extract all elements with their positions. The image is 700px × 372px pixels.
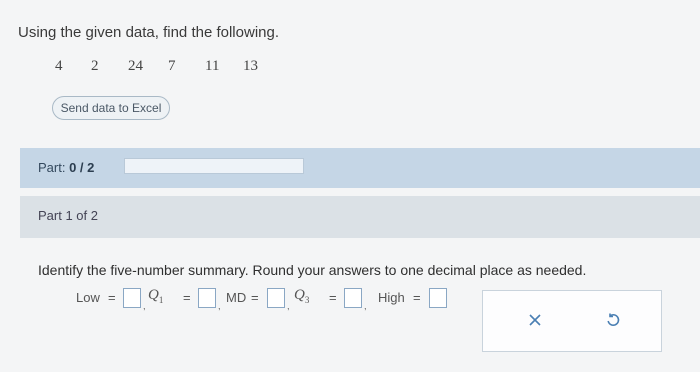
data-value: 24: [128, 58, 143, 74]
high-label: High: [378, 290, 405, 305]
comma: ,: [218, 301, 221, 311]
data-value: 13: [243, 58, 258, 74]
part-progress-label: Part: 0 / 2: [38, 160, 94, 175]
equals-sign: =: [251, 290, 259, 305]
part-progress-value: 0 / 2: [69, 160, 95, 175]
send-to-excel-button[interactable]: Send data to Excel: [52, 96, 170, 120]
q3-subscript: 3: [304, 295, 310, 305]
answer-actions: [482, 290, 662, 352]
high-input[interactable]: [429, 288, 447, 308]
low-label: Low: [76, 290, 100, 305]
question-text: Identify the five-number summary. Round …: [38, 262, 587, 278]
q1-input[interactable]: [198, 288, 216, 308]
data-value: 7: [168, 58, 176, 74]
data-value: 11: [205, 58, 220, 74]
comma: ,: [143, 301, 146, 311]
low-input[interactable]: [123, 288, 141, 308]
undo-icon: [607, 313, 620, 327]
data-value: 4: [55, 58, 63, 74]
part-label: Part:: [38, 160, 66, 175]
part-header: Part 1 of 2: [20, 196, 700, 238]
equals-sign: =: [108, 290, 116, 305]
equals-sign: =: [413, 290, 421, 305]
data-value: 2: [91, 58, 99, 74]
undo-button[interactable]: [601, 308, 625, 332]
prompt-text: Using the given data, find the following…: [18, 24, 279, 41]
comma: ,: [364, 301, 367, 311]
q3-input[interactable]: [344, 288, 362, 308]
progress-track: [124, 158, 304, 174]
x-icon: [529, 314, 541, 326]
median-input[interactable]: [267, 288, 285, 308]
equals-sign: =: [329, 290, 337, 305]
part-of-label: Part 1 of 2: [38, 208, 98, 223]
clear-button[interactable]: [523, 308, 547, 332]
part-progress-bar: Part: 0 / 2: [20, 148, 700, 188]
q3-label: Q3: [294, 287, 309, 305]
equals-sign: =: [183, 290, 191, 305]
q1-letter: Q: [148, 287, 159, 303]
comma: ,: [287, 301, 290, 311]
md-label: MD: [226, 290, 247, 305]
q1-subscript: 1: [158, 295, 164, 305]
q1-label: Q1: [148, 287, 163, 305]
q3-letter: Q: [294, 287, 305, 303]
